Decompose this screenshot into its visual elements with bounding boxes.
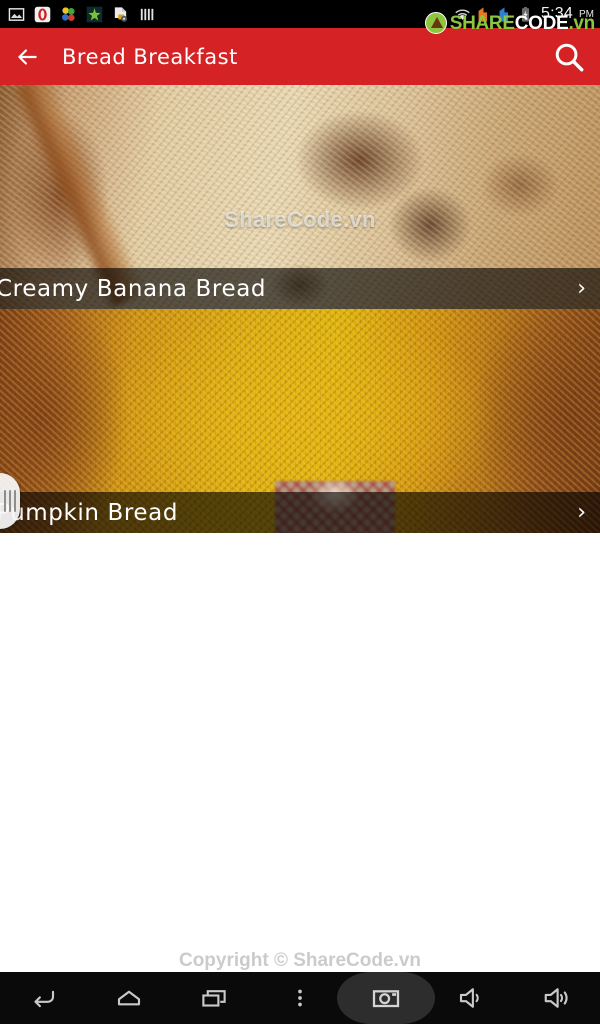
status-bar-system-icons: 5:34 PM	[454, 5, 594, 23]
status-bar-clock-ampm: PM	[579, 8, 594, 20]
status-bar-notification-icons	[8, 6, 155, 23]
nav-volume-up-button[interactable]	[514, 972, 600, 1024]
status-bar-clock: 5:34	[541, 5, 573, 22]
nav-screenshot-button[interactable]	[343, 972, 429, 1024]
list-item[interactable]: ShareCode.vn Creamy Banana Bread ›	[0, 85, 600, 309]
arrow-left-icon	[18, 48, 37, 65]
battery-charging-icon	[522, 6, 530, 22]
list-item[interactable]: Pumpkin Bread ›	[0, 309, 600, 533]
search-icon	[555, 43, 584, 71]
phone-screen: 5:34 PM SHARECODE.vn Bread Breakfast Sha…	[0, 0, 600, 1024]
status-bar: 5:34 PM	[0, 0, 600, 28]
search-button[interactable]	[538, 28, 600, 85]
grip-line-icon	[9, 490, 11, 512]
wifi-icon	[455, 9, 470, 20]
signal-orange-icon	[478, 6, 488, 22]
list-item-title: Creamy Banana Bread	[0, 275, 267, 302]
camera-icon	[372, 990, 399, 1008]
nav-back-icon	[34, 990, 54, 1008]
page-title: Bread Breakfast	[62, 44, 238, 69]
chevron-right-icon[interactable]: ›	[577, 277, 586, 300]
nav-back-button[interactable]	[0, 972, 86, 1024]
grip-line-icon	[14, 490, 16, 512]
nav-menu-button[interactable]	[257, 972, 343, 1024]
secure-file-icon	[114, 6, 128, 22]
green-star-icon	[86, 6, 103, 22]
nav-recents-button[interactable]	[171, 972, 257, 1024]
grip-line-icon	[4, 490, 6, 512]
nav-volume-down-button[interactable]	[429, 972, 515, 1024]
nav-overflow-menu-icon	[298, 989, 302, 1007]
nav-home-icon	[117, 990, 140, 1006]
volume-up-icon	[544, 988, 568, 1008]
list-item-title: Pumpkin Bread	[0, 499, 179, 526]
signal-blue-icon	[499, 6, 509, 22]
chevron-right-icon[interactable]: ›	[577, 501, 586, 524]
recipe-list[interactable]: ShareCode.vn Creamy Banana Bread › Pumpk…	[0, 85, 600, 1024]
opera-icon	[34, 6, 51, 22]
nav-home-button[interactable]	[86, 972, 172, 1024]
back-arrow-button[interactable]	[0, 28, 54, 85]
app-bar: Bread Breakfast	[0, 28, 600, 85]
system-navigation-bar	[0, 972, 600, 1024]
colors-app-icon	[62, 6, 75, 21]
nav-recents-icon	[202, 990, 226, 1007]
volume-down-icon	[460, 988, 480, 1008]
image-icon	[8, 7, 25, 21]
list-item-caption-bar: Creamy Banana Bread ›	[0, 268, 600, 309]
bars-icon	[140, 8, 154, 20]
list-item-caption-bar: Pumpkin Bread ›	[0, 492, 600, 533]
